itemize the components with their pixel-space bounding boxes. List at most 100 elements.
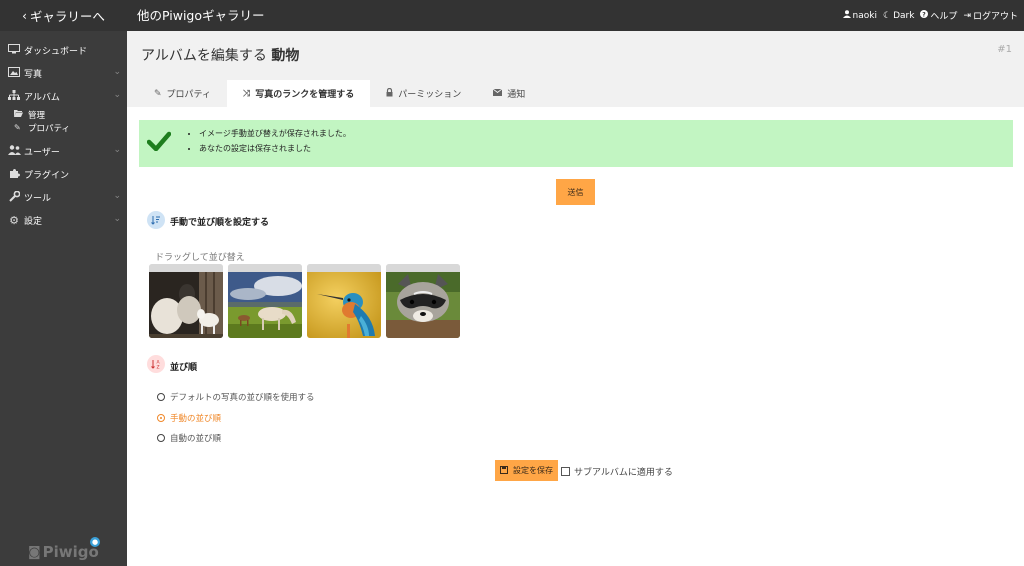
sidebar-item-photos[interactable]: 写真 ⌄ (0, 62, 127, 85)
chevron-down-icon: ⌄ (113, 191, 121, 201)
tab-label: プロパティ (166, 90, 212, 100)
sidebar-item-albums[interactable]: アルバム ⌄ (0, 85, 127, 108)
tab-properties[interactable]: ✎ プロパティ (138, 80, 227, 107)
monitor-icon (7, 44, 21, 57)
sidebar-item-label: ダッシュボード (24, 47, 88, 57)
sidebar-subitem-label: プロパティ (28, 123, 70, 134)
tab-label: 通知 (507, 90, 526, 100)
photo-thumbnail-raccoon[interactable] (386, 264, 460, 338)
sort-option-label: デフォルトの写真の並び順を使用する (170, 393, 315, 403)
save-settings-label: 設定を保存 (513, 466, 553, 475)
shuffle-icon: ⤨ (243, 88, 251, 99)
tab-label: 写真のランクを管理する (255, 90, 355, 100)
question-icon: ? (920, 10, 929, 21)
floppy-disk-icon (500, 465, 508, 476)
sort-option-manual[interactable]: 手動の並び順 (157, 412, 221, 424)
chevron-down-icon: ⌄ (113, 90, 121, 100)
moon-icon: ☾ (882, 10, 892, 21)
notification-badge[interactable]: ● (90, 537, 100, 547)
puzzle-icon (7, 168, 21, 182)
tab-label: パーミッション (398, 90, 462, 100)
sidebar: ダッシュボード 写真 ⌄ アルバム ⌄ 管理 ✎ プロパティ ユーザー ⌄ プラ… (0, 31, 127, 566)
sort-option-automatic[interactable]: 自動の並び順 (157, 432, 221, 444)
svg-text:?: ? (923, 11, 927, 18)
sort-option-default[interactable]: デフォルトの写真の並び順を使用する (157, 391, 315, 403)
gallery-title[interactable]: 他のPiwigoギャラリー (137, 0, 265, 31)
username: naoki (852, 10, 877, 21)
theme-toggle[interactable]: ☾ Dark (883, 11, 914, 21)
logout-label: ログアウト (972, 12, 1018, 22)
radio-button-selected[interactable] (157, 414, 165, 422)
apply-to-subalbums-label: サブアルバムに適用する (574, 468, 673, 478)
submit-button[interactable]: 送信 (556, 179, 595, 205)
sort-order-title: 並び順 (170, 363, 198, 373)
sidebar-subitem-properties[interactable]: ✎ プロパティ (14, 121, 127, 134)
tab-notification[interactable]: 通知 (477, 80, 541, 107)
gear-icon: ⚙ (9, 214, 19, 227)
top-bar: ‹ ギャラリーへ 他のPiwigoギャラリー naoki ☾ Dark ? ヘル… (0, 0, 1024, 31)
page-title: アルバムを編集する 動物 (141, 45, 299, 65)
sidebar-subitem-label: 管理 (28, 110, 46, 121)
logout-link[interactable]: ⇥ ログアウト (963, 9, 1018, 23)
sort-amount-icon (147, 211, 165, 229)
sidebar-item-settings[interactable]: ⚙ 設定 ⌄ (0, 209, 127, 232)
piwigo-logo: ◙ Piwigo ● (28, 537, 100, 561)
apply-to-subalbums-option[interactable]: サブアルバムに適用する (561, 465, 673, 478)
sidebar-item-label: ユーザー (24, 148, 60, 158)
message-item: あなたの設定は保存されました (199, 143, 351, 154)
sitemap-icon (7, 90, 21, 103)
envelope-icon (493, 88, 503, 99)
message-item: イメージ手動並び替えが保存されました。 (199, 128, 351, 139)
svg-text:Z: Z (156, 365, 159, 370)
sidebar-menu: ダッシュボード 写真 ⌄ アルバム ⌄ 管理 ✎ プロパティ ユーザー ⌄ プラ… (0, 39, 127, 232)
sidebar-item-tools[interactable]: ツール ⌄ (0, 186, 127, 209)
save-settings-button[interactable]: 設定を保存 (495, 460, 558, 481)
sidebar-item-plugins[interactable]: プラグイン (0, 163, 127, 186)
tab-permissions[interactable]: パーミッション (370, 80, 477, 107)
chevron-down-icon: ⌄ (113, 214, 121, 224)
message-list: イメージ手動並び替えが保存されました。 あなたの設定は保存されました (189, 128, 351, 158)
piwigo-logo-icon: ◙ (28, 544, 41, 560)
user-link[interactable]: naoki (842, 10, 877, 21)
sort-option-label: 自動の並び順 (170, 434, 222, 444)
photo-thumbnail-kingfisher[interactable] (307, 264, 381, 338)
page-title-prefix: アルバムを編集する (141, 48, 267, 64)
sidebar-item-dashboard[interactable]: ダッシュボード (0, 39, 127, 62)
sign-out-icon: ⇥ (963, 10, 971, 21)
apply-to-subalbums-checkbox[interactable] (561, 467, 570, 476)
photo-thumbnail-sheep[interactable] (149, 264, 223, 338)
album-id: #1 (997, 44, 1012, 55)
drag-to-reorder-label: ドラッグして並び替え (155, 253, 245, 263)
back-to-gallery-link[interactable]: ‹ ギャラリーへ (0, 0, 127, 31)
sort-option-label: 手動の並び順 (170, 414, 222, 424)
help-link[interactable]: ? ヘルプ (920, 9, 957, 22)
sidebar-item-label: 設定 (24, 217, 43, 227)
tab-bar: ✎ プロパティ ⤨ 写真のランクを管理する パーミッション 通知 (138, 80, 541, 107)
check-icon (146, 131, 172, 154)
chevron-down-icon: ⌄ (113, 67, 121, 77)
radio-button[interactable] (157, 393, 165, 401)
sidebar-subitem-manage[interactable]: 管理 (14, 108, 127, 121)
image-icon (7, 67, 21, 80)
chevron-down-icon: ⌄ (113, 145, 121, 155)
logo-text: Piwigo (42, 543, 99, 561)
photo-thumbnail-horses[interactable] (228, 264, 302, 338)
page-header: アルバムを編集する 動物 #1 ✎ プロパティ ⤨ 写真のランクを管理する パー… (127, 31, 1024, 107)
success-message: イメージ手動並び替えが保存されました。 あなたの設定は保存されました (139, 120, 1013, 167)
help-label: ヘルプ (930, 12, 958, 22)
wrench-icon (7, 190, 21, 205)
sidebar-item-label: アルバム (24, 93, 60, 103)
sidebar-item-label: 写真 (24, 70, 43, 80)
back-to-gallery-label: ギャラリーへ (29, 9, 105, 24)
chevron-left-icon: ‹ (22, 8, 27, 23)
sidebar-item-users[interactable]: ユーザー ⌄ (0, 140, 127, 163)
radio-button[interactable] (157, 434, 165, 442)
folder-open-icon (14, 110, 24, 119)
users-icon (7, 145, 21, 158)
tab-manage-ranks[interactable]: ⤨ 写真のランクを管理する (227, 80, 371, 107)
sidebar-item-label: ツール (24, 194, 52, 204)
manual-order-title: 手動で並び順を設定する (170, 218, 270, 228)
pencil-icon: ✎ (14, 123, 21, 132)
photo-thumbnails (149, 264, 465, 338)
user-icon (842, 10, 851, 21)
